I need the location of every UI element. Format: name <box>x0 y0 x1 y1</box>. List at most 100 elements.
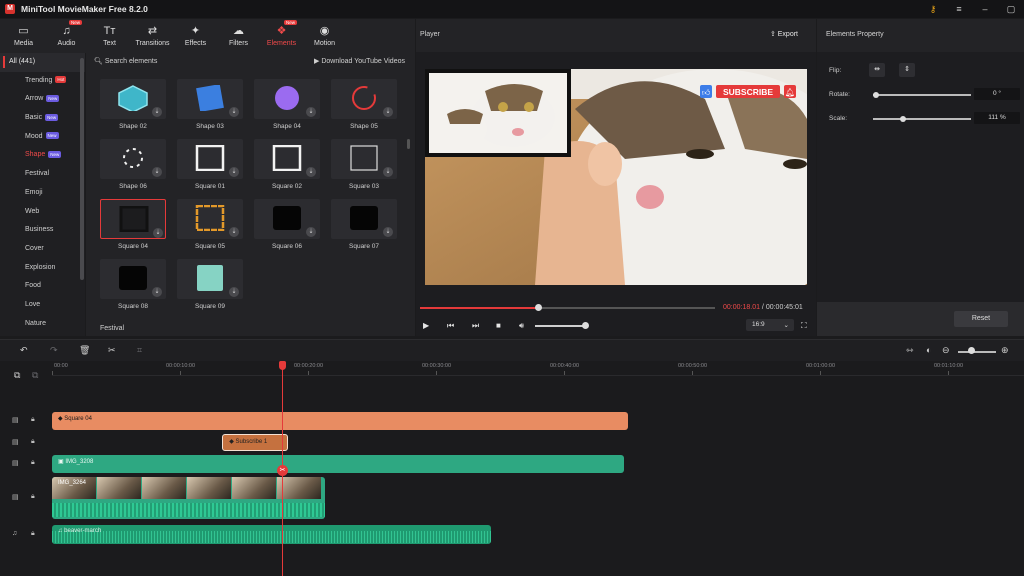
minimize-icon[interactable]: – <box>972 4 998 14</box>
download-icon[interactable]: ⇣ <box>306 167 316 177</box>
volume-icon[interactable]: 🔊︎ <box>519 321 524 331</box>
tab-motion[interactable]: ◉ Motion <box>305 19 344 53</box>
sidebar-item-basic[interactable]: Basic New <box>0 109 85 128</box>
sidebar-item-trending[interactable]: Trending Hot <box>0 72 85 91</box>
element-tile-square-01[interactable]: ⇣ <box>177 139 243 179</box>
split-icon[interactable]: ✂ <box>108 345 116 356</box>
volume-slider[interactable] <box>535 325 585 327</box>
timeline-clip[interactable]: ♫ beaver-march <box>52 525 492 544</box>
flip-horizontal-button[interactable]: ⇹ <box>869 63 885 77</box>
lock-icon[interactable]: 🔒︎ <box>31 416 35 424</box>
element-tile-shape-02[interactable]: ⇣ <box>100 79 166 119</box>
redo-icon[interactable]: ↷ <box>50 345 58 356</box>
flip-vertical-button[interactable]: ⇕ <box>899 63 915 77</box>
download-icon[interactable]: ⇣ <box>306 227 316 237</box>
element-tile-square-03[interactable]: ⇣ <box>331 139 397 179</box>
element-tile-square-02[interactable]: ⇣ <box>254 139 320 179</box>
add-track-icon[interactable]: ⧉ <box>14 370 20 381</box>
download-icon[interactable]: ⇣ <box>152 167 162 177</box>
crop-icon[interactable]: ⌗ <box>137 345 142 356</box>
download-icon[interactable]: ⇣ <box>383 107 393 117</box>
lock-icon[interactable]: 🔒︎ <box>31 493 35 501</box>
download-icon[interactable]: ⇣ <box>229 107 239 117</box>
stop-icon[interactable]: ■ <box>496 321 501 330</box>
element-tile-shape-04[interactable]: ⇣ <box>254 79 320 119</box>
timeline-clip[interactable]: ◆ Square 04 <box>52 412 628 430</box>
sidebar-item-all[interactable]: All (441) <box>0 53 85 72</box>
progress-knob[interactable] <box>535 304 542 311</box>
tab-elements[interactable]: ❖ Elements New <box>262 19 301 53</box>
grid-scrollbar[interactable] <box>407 139 410 149</box>
playback-progress[interactable] <box>420 304 715 311</box>
tab-effects[interactable]: ✦ Effects <box>176 19 215 53</box>
fullscreen-icon[interactable]: ⛶ <box>801 321 807 331</box>
sidebar-item-shape[interactable]: Shape New <box>0 146 85 165</box>
tab-audio[interactable]: ♫ Audio New <box>47 19 86 53</box>
sidebar-item-food[interactable]: Food <box>0 277 85 296</box>
play-icon[interactable]: ▶ <box>423 321 429 330</box>
sidebar-item-nature[interactable]: Nature <box>0 315 85 334</box>
sidebar-item-mood[interactable]: Mood New <box>0 128 85 147</box>
menu-icon[interactable]: ≡ <box>946 4 972 14</box>
element-tile-square-07[interactable]: ⇣ <box>331 199 397 239</box>
export-button[interactable]: ⇪ Export <box>770 30 798 38</box>
sidebar-item-festival[interactable]: Festival <box>0 165 85 184</box>
aspect-ratio-select[interactable]: 16:9 ⌄ <box>746 319 794 331</box>
element-tile-shape-05[interactable]: ⇣ <box>331 79 397 119</box>
sidebar-item-love[interactable]: Love <box>0 296 85 315</box>
zoom-in-icon[interactable]: ⊕ <box>1001 345 1009 356</box>
copy-track-icon[interactable]: ⧉ <box>32 370 38 381</box>
download-icon[interactable]: ⇣ <box>306 107 316 117</box>
audio-mix-icon[interactable]: ◐ <box>926 345 931 355</box>
search-elements[interactable]: 🔍︎ Search elements <box>94 57 157 65</box>
timeline-clip[interactable]: ◆ Subscribe 1 <box>222 434 288 451</box>
zoom-slider[interactable] <box>958 351 996 353</box>
previous-frame-icon[interactable]: ⏮ <box>447 321 454 331</box>
sidebar-item-business[interactable]: Business <box>0 221 85 240</box>
element-tile-square-08[interactable]: ⇣ <box>100 259 166 299</box>
sidebar-item-emoji[interactable]: Emoji <box>0 184 85 203</box>
scale-value[interactable]: 111 % <box>974 112 1020 124</box>
lock-icon[interactable]: 🔒︎ <box>31 438 35 446</box>
sidebar-item-cover[interactable]: Cover <box>0 240 85 259</box>
rotate-knob[interactable] <box>873 92 879 98</box>
sidebar-item-web[interactable]: Web <box>0 203 85 222</box>
maximize-icon[interactable]: ▢ <box>998 4 1024 15</box>
undo-icon[interactable]: ↶ <box>20 345 28 356</box>
tab-text[interactable]: Tт Text <box>90 19 129 53</box>
element-tile-square-09[interactable]: ⇣ <box>177 259 243 299</box>
reset-button[interactable]: Reset <box>954 311 1008 327</box>
download-icon[interactable]: ⇣ <box>229 227 239 237</box>
fit-timeline-icon[interactable]: ⇿ <box>906 345 914 356</box>
download-youtube-link[interactable]: ▶ Download YouTube Videos <box>314 57 405 65</box>
timeline-clip[interactable]: ▣ IMG_3208 <box>52 455 625 473</box>
volume-knob[interactable] <box>582 322 589 329</box>
video-preview[interactable]: 👍︎ SUBSCRIBE 🔔︎ <box>425 69 807 285</box>
element-tile-shape-06[interactable]: ⇣ <box>100 139 166 179</box>
download-icon[interactable]: ⇣ <box>229 167 239 177</box>
sidebar-scrollbar[interactable] <box>80 58 84 280</box>
key-icon[interactable]: ⚷ <box>920 4 946 15</box>
sidebar-item-explosion[interactable]: Explosion <box>0 259 85 278</box>
scale-slider[interactable] <box>873 118 971 120</box>
download-icon[interactable]: ⇣ <box>229 287 239 297</box>
lock-icon[interactable]: 🔒︎ <box>31 459 35 467</box>
tab-filters[interactable]: ☁ Filters <box>219 19 258 53</box>
scissors-icon[interactable]: ✂ <box>277 465 288 476</box>
rotate-value[interactable]: 0 ° <box>974 88 1020 100</box>
download-icon[interactable]: ⇣ <box>152 287 162 297</box>
rotate-slider[interactable] <box>873 94 971 96</box>
element-tile-square-04[interactable]: ⇣ <box>100 199 166 239</box>
sidebar-item-arrow[interactable]: Arrow New <box>0 90 85 109</box>
next-frame-icon[interactable]: ⏭ <box>472 321 479 331</box>
tab-transitions[interactable]: ⇄ Transitions <box>133 19 172 53</box>
download-icon[interactable]: ⇣ <box>153 228 163 238</box>
element-tile-shape-03[interactable]: ⇣ <box>177 79 243 119</box>
timeline-clip[interactable]: IMG_3264 <box>52 477 325 519</box>
element-tile-square-06[interactable]: ⇣ <box>254 199 320 239</box>
download-icon[interactable]: ⇣ <box>152 107 162 117</box>
lock-icon[interactable]: 🔒︎ <box>31 530 35 538</box>
zoom-knob[interactable] <box>968 347 975 354</box>
download-icon[interactable]: ⇣ <box>383 167 393 177</box>
scale-knob[interactable] <box>900 116 907 122</box>
